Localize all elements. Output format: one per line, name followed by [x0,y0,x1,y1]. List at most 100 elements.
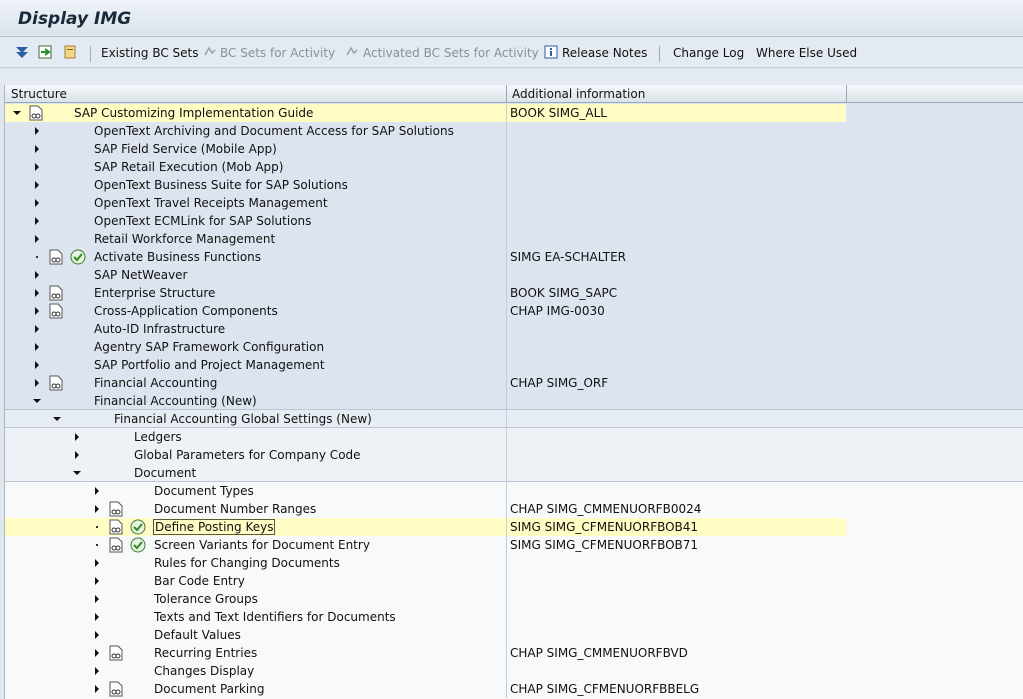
execute-activity-icon[interactable] [130,537,146,553]
img-doc-icon[interactable] [109,645,123,661]
expand-arrow-icon[interactable] [95,505,99,513]
tree-node-label[interactable]: Rules for Changing Documents [154,556,340,570]
column-divider[interactable] [846,85,847,103]
tree-node-label[interactable]: Recurring Entries [154,646,257,660]
tree-row[interactable]: Screen Variants for Document Entry SIMG … [5,536,1023,554]
expand-arrow-icon[interactable] [35,145,39,153]
tree-row[interactable]: Retail Workforce Management [5,230,1023,248]
tree-node-label[interactable]: SAP Portfolio and Project Management [94,358,325,372]
tree-row[interactable]: Document [5,464,1023,482]
expand-arrow-icon[interactable] [35,181,39,189]
tree-row[interactable]: Financial Accounting (New) [5,392,1023,410]
activated-bc-sets-button[interactable]: Activated BC Sets for Activity [363,38,539,68]
expand-arrow-icon[interactable] [95,487,99,495]
expand-arrow-icon[interactable] [35,379,39,387]
tree-node-label[interactable]: Define Posting Keys [152,519,276,535]
img-doc-icon[interactable] [109,501,123,517]
tree-row[interactable]: Bar Code Entry [5,572,1023,590]
tree-row[interactable]: OpenText Travel Receipts Management [5,194,1023,212]
expand-arrow-icon[interactable] [75,451,79,459]
tree-node-label[interactable]: Auto-ID Infrastructure [94,322,225,336]
change-log-button[interactable]: Change Log [673,38,744,68]
expand-arrow-icon[interactable] [95,559,99,567]
tree-node-label[interactable]: SAP Field Service (Mobile App) [94,142,277,156]
existing-bc-sets-button[interactable]: Existing BC Sets [101,38,199,68]
expand-arrow-icon[interactable] [35,325,39,333]
expand-arrow-icon[interactable] [35,343,39,351]
tree-row[interactable]: Enterprise Structure BOOK SIMG_SAPC [5,284,1023,302]
execute-activity-icon[interactable] [130,519,146,535]
img-tree[interactable]: Structure Additional information SAP Cus… [4,85,1023,699]
tree-row[interactable]: Activate Business Functions SIMG EA-SCHA… [5,248,1023,266]
tree-row[interactable]: Recurring Entries CHAP SIMG_CMMENUORFBVD [5,644,1023,662]
tree-row[interactable]: SAP Retail Execution (Mob App) [5,158,1023,176]
tree-row[interactable]: Rules for Changing Documents [5,554,1023,572]
where-else-used-button[interactable]: Where Else Used [756,38,857,68]
collapse-arrow-icon[interactable] [73,471,81,475]
expand-arrow-icon[interactable] [35,163,39,171]
execute-activity-icon[interactable] [70,249,86,265]
tree-node-label[interactable]: OpenText Archiving and Document Access f… [94,124,454,138]
tree-node-label[interactable]: Cross-Application Components [94,304,278,318]
tree-node-label[interactable]: Enterprise Structure [94,286,215,300]
expand-arrow-icon[interactable] [35,307,39,315]
expand-arrow-icon[interactable] [95,595,99,603]
img-doc-icon[interactable] [109,681,123,697]
expand-arrow-icon[interactable] [95,685,99,693]
expand-arrow-icon[interactable] [95,667,99,675]
img-doc-icon[interactable] [49,285,63,301]
tree-node-label[interactable]: Bar Code Entry [154,574,245,588]
tree-node-label[interactable]: Ledgers [134,430,182,444]
tree-node-label[interactable]: Default Values [154,628,241,642]
tree-node-label[interactable]: Global Parameters for Company Code [134,448,361,462]
tree-row[interactable]: Document Types [5,482,1023,500]
column-divider[interactable] [506,85,507,103]
tree-node-label[interactable]: Screen Variants for Document Entry [154,538,370,552]
tree-node-label[interactable]: SAP NetWeaver [94,268,187,282]
tree-row[interactable]: Document Parking CHAP SIMG_CFMENUORFBBELG [5,680,1023,698]
tree-node-label[interactable]: Texts and Text Identifiers for Documents [154,610,396,624]
expand-all-icon[interactable] [14,44,30,60]
img-doc-icon[interactable] [49,303,63,319]
tree-row[interactable]: OpenText Archiving and Document Access f… [5,122,1023,140]
tree-node-label[interactable]: Financial Accounting Global Settings (Ne… [114,412,372,426]
expand-arrow-icon[interactable] [35,217,39,225]
tree-node-label[interactable]: OpenText Travel Receipts Management [94,196,328,210]
tree-row[interactable]: Texts and Text Identifiers for Documents [5,608,1023,626]
tree-node-label[interactable]: OpenText ECMLink for SAP Solutions [94,214,311,228]
release-notes-button[interactable]: Release Notes [562,38,647,68]
tree-node-label[interactable]: SAP Customizing Implementation Guide [74,106,313,120]
collapse-arrow-icon[interactable] [33,399,41,403]
tree-row[interactable]: Tolerance Groups [5,590,1023,608]
expand-arrow-icon[interactable] [95,631,99,639]
tree-row-selected[interactable]: Define Posting Keys SIMG SIMG_CFMENUORFB… [5,518,1023,536]
expand-arrow-icon[interactable] [35,199,39,207]
tree-node-label[interactable]: OpenText Business Suite for SAP Solution… [94,178,348,192]
tree-row[interactable]: Auto-ID Infrastructure [5,320,1023,338]
tree-node-label[interactable]: Document Types [154,484,254,498]
expand-arrow-icon[interactable] [95,577,99,585]
expand-arrow-icon[interactable] [35,289,39,297]
tree-row[interactable]: SAP Customizing Implementation Guide BOO… [5,104,1023,122]
tree-row[interactable]: Agentry SAP Framework Configuration [5,338,1023,356]
collapse-arrow-icon[interactable] [53,417,61,421]
tree-row[interactable]: Changes Display [5,662,1023,680]
tree-node-label[interactable]: Tolerance Groups [154,592,258,606]
tree-row[interactable]: Financial Accounting CHAP SIMG_ORF [5,374,1023,392]
tree-node-label[interactable]: Retail Workforce Management [94,232,275,246]
tree-node-label[interactable]: Activate Business Functions [94,250,261,264]
column-header-structure[interactable]: Structure [11,87,67,101]
bc-sets-for-activity-button[interactable]: BC Sets for Activity [220,38,335,68]
tree-node-label[interactable]: SAP Retail Execution (Mob App) [94,160,283,174]
column-header-additional[interactable]: Additional information [512,87,645,101]
tree-node-label[interactable]: Document [134,466,196,480]
tree-row[interactable]: OpenText ECMLink for SAP Solutions [5,212,1023,230]
expand-arrow-icon[interactable] [95,649,99,657]
expand-arrow-icon[interactable] [35,127,39,135]
expand-arrow-icon[interactable] [75,433,79,441]
tree-node-label[interactable]: Agentry SAP Framework Configuration [94,340,324,354]
select-subtree-icon[interactable] [37,44,53,60]
tree-row[interactable]: SAP Field Service (Mobile App) [5,140,1023,158]
tree-row[interactable]: Document Number Ranges CHAP SIMG_CMMENUOR… [5,500,1023,518]
tree-row[interactable]: SAP Portfolio and Project Management [5,356,1023,374]
